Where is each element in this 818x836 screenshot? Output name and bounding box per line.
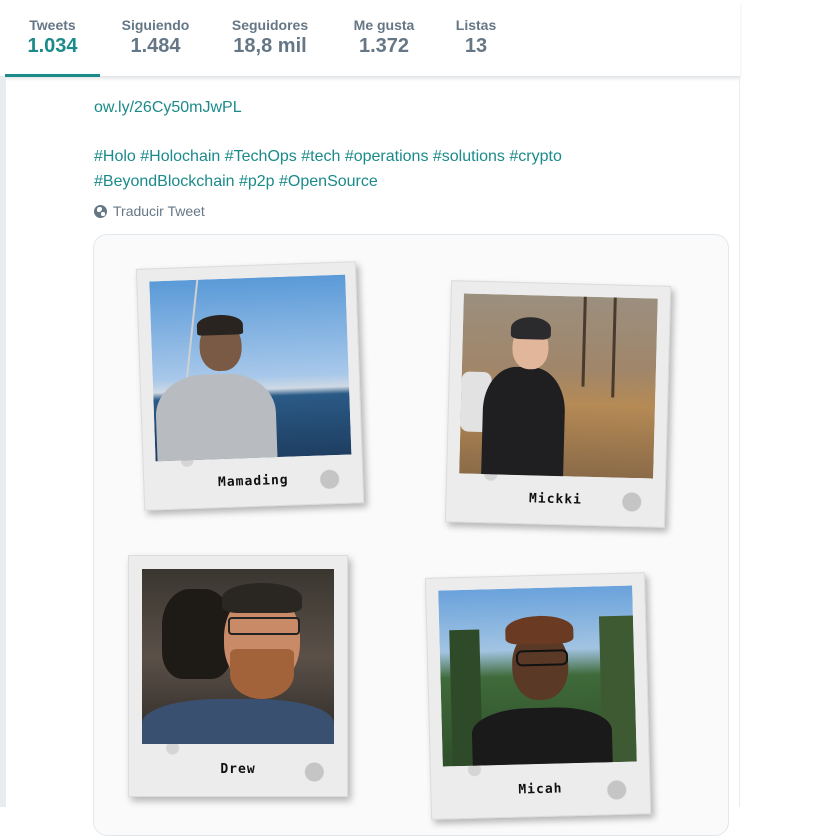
stream-left-border [0, 77, 6, 807]
tweet-link[interactable]: ow.ly/26Cy50mJwPL [94, 95, 242, 120]
tab-lists-count: 13 [464, 35, 488, 57]
tab-lists-label: Listas [455, 17, 497, 33]
tab-followers-label: Seguidores [231, 17, 309, 33]
tweet-media-card[interactable]: Mamading Mickki Drew Micah [93, 234, 729, 836]
translate-tweet-label: Traducir Tweet [113, 203, 205, 219]
tweet-hashtags-line2[interactable]: #BeyondBlockchain #p2p #OpenSource [94, 169, 378, 194]
portrait-photo [142, 569, 334, 744]
tweet-hashtags-line1[interactable]: #Holo #Holochain #TechOps #tech #operati… [94, 144, 562, 169]
tab-tweets[interactable]: Tweets 1.034 [5, 0, 100, 74]
tab-followers[interactable]: Seguidores 18,8 mil [217, 0, 323, 74]
tab-following-count: 1.484 [130, 35, 181, 57]
polaroid-photo: Mickki [444, 280, 672, 528]
tab-likes-label: Me gusta [353, 17, 415, 33]
profile-stats-nav: Tweets 1.034 Siguiendo 1.484 Seguidores … [0, 0, 740, 77]
polaroid-photo: Micah [424, 572, 652, 820]
polaroid-caption: Drew [220, 762, 256, 777]
portrait-photo [149, 274, 352, 462]
active-tab-indicator [5, 74, 100, 77]
tab-likes-count: 1.372 [358, 35, 410, 57]
portrait-photo [438, 585, 637, 767]
tab-lists[interactable]: Listas 13 [445, 0, 507, 74]
tab-following-label: Siguiendo [121, 17, 190, 33]
globe-icon [94, 204, 107, 218]
polaroid-photo: Drew [128, 555, 348, 797]
tab-following[interactable]: Siguiendo 1.484 [108, 0, 203, 74]
tab-followers-count: 18,8 mil [233, 35, 307, 57]
tab-tweets-count: 1.034 [27, 35, 78, 57]
tab-likes[interactable]: Me gusta 1.372 [337, 0, 431, 74]
tab-tweets-label: Tweets [29, 17, 76, 33]
stream-right-border [739, 77, 740, 807]
translate-tweet-button[interactable]: Traducir Tweet [94, 203, 205, 219]
polaroid-photo: Mamading [135, 261, 365, 511]
portrait-photo [459, 293, 658, 479]
